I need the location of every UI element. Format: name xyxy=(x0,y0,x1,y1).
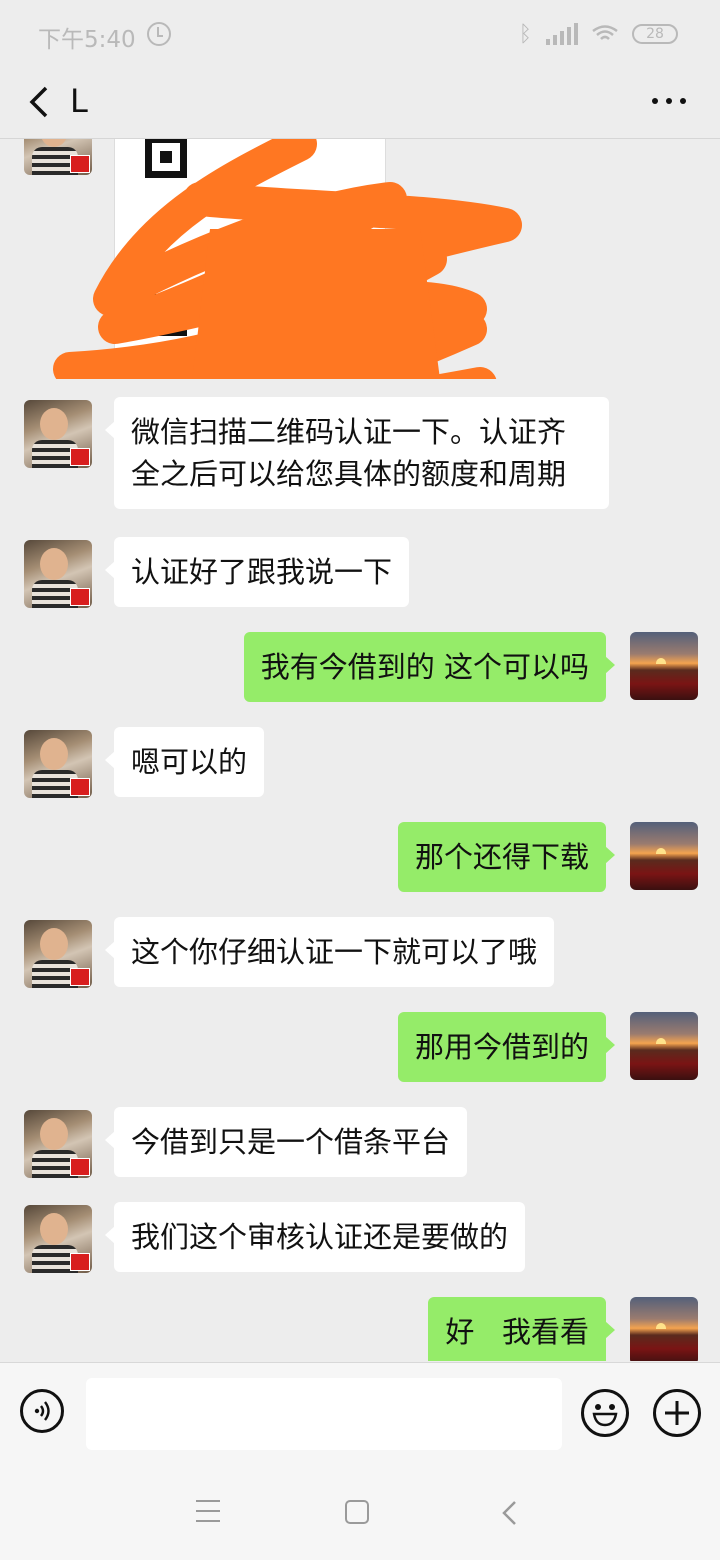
chat-title: L xyxy=(70,82,88,120)
message-bubble-received[interactable]: 我们这个审核认证还是要做的 xyxy=(104,1202,526,1272)
status-time: 下午5:40 xyxy=(38,27,136,53)
flag-icon xyxy=(70,1253,90,1271)
contact-avatar[interactable] xyxy=(24,920,92,988)
redaction-scribble xyxy=(53,139,522,379)
contact-avatar[interactable] xyxy=(24,1205,92,1273)
wifi-icon xyxy=(592,25,618,43)
message-bubble-received[interactable]: 微信扫描二维码认证一下。认证齐 全之后可以给您具体的额度和周期 xyxy=(105,397,609,509)
message-bubble-sent[interactable]: 那用今借到的 xyxy=(397,1012,616,1082)
system-nav-bar xyxy=(0,1466,720,1560)
plus-icon[interactable] xyxy=(653,1389,701,1437)
flag-icon xyxy=(70,778,90,796)
nav-menu-icon[interactable] xyxy=(196,1500,220,1522)
message-bubble-received[interactable]: 认证好了跟我说一下 xyxy=(104,537,410,607)
message-list[interactable]: 微信扫描二维码认证一下。认证齐 全之后可以给您具体的额度和周期 认证好了跟我说一… xyxy=(0,139,720,1361)
back-icon[interactable] xyxy=(26,84,52,120)
battery-indicator: 28 xyxy=(632,24,678,44)
message-text-line: 全之后可以给您具体的额度和周期 xyxy=(131,457,567,491)
message-text-line: 微信扫描二维码认证一下。认证齐 xyxy=(131,415,567,449)
user-avatar[interactable] xyxy=(630,822,698,890)
chat-header: L xyxy=(0,68,720,139)
bluetooth-icon: ᛒ xyxy=(518,21,532,47)
alarm-icon xyxy=(147,22,171,46)
voice-icon[interactable] xyxy=(20,1389,64,1433)
status-icons: ᛒ 28 xyxy=(518,21,678,47)
flag-icon xyxy=(70,968,90,986)
flag-icon xyxy=(70,155,90,173)
flag-icon xyxy=(70,588,90,606)
contact-avatar[interactable] xyxy=(24,1110,92,1178)
user-avatar[interactable] xyxy=(630,1297,698,1361)
contact-avatar[interactable] xyxy=(24,540,92,608)
contact-avatar[interactable] xyxy=(24,730,92,798)
flag-icon xyxy=(70,448,90,466)
user-avatar[interactable] xyxy=(630,1012,698,1080)
message-bubble-sent[interactable]: 好 我看看 xyxy=(428,1297,615,1361)
nav-home-icon[interactable] xyxy=(345,1500,369,1524)
more-icon[interactable] xyxy=(652,94,686,108)
message-bubble-received[interactable]: 今借到只是一个借条平台 xyxy=(104,1107,468,1177)
message-bubble-received[interactable]: 嗯可以的 xyxy=(104,727,265,797)
contact-avatar[interactable] xyxy=(24,400,92,468)
message-bubble-received[interactable]: 这个你仔细认证一下就可以了哦 xyxy=(104,917,555,987)
status-bar: 下午5:40 ᛒ 28 xyxy=(0,0,720,68)
nav-back-icon[interactable] xyxy=(500,1500,520,1526)
message-bubble-sent[interactable]: 我有今借到的 这个可以吗 xyxy=(243,632,616,702)
emoji-icon[interactable] xyxy=(581,1389,629,1437)
message-input[interactable] xyxy=(86,1378,562,1450)
message-bubble-sent[interactable]: 那个还得下载 xyxy=(397,822,616,892)
user-avatar[interactable] xyxy=(630,632,698,700)
signal-icon xyxy=(546,23,578,45)
input-bar xyxy=(0,1362,720,1466)
flag-icon xyxy=(70,1158,90,1176)
